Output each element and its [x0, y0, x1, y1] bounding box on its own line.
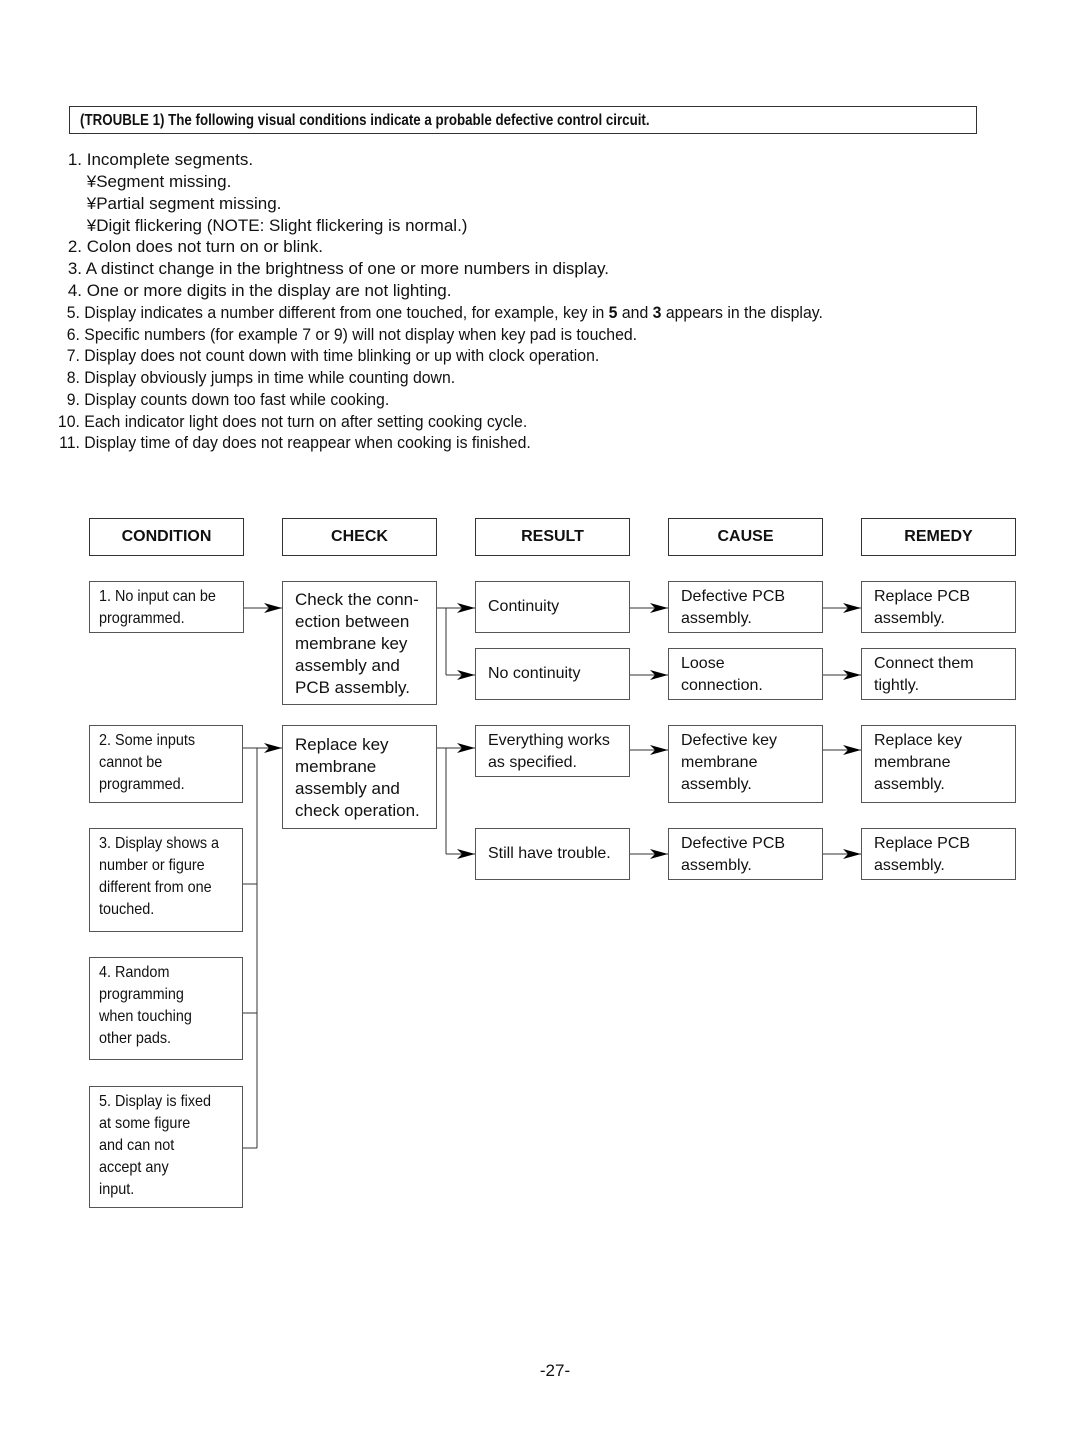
condition-box-1: 1. No input can be programmed. [89, 581, 244, 633]
header-result: RESULT [475, 518, 630, 556]
flow-connectors [243, 603, 861, 1149]
remedy-box-4: Replace PCB assembly. [861, 828, 1016, 880]
remedy-box-1: Replace PCB assembly. [861, 581, 1016, 633]
header-condition: CONDITION [89, 518, 244, 556]
condition-box-3: 3. Display shows a number or figure diff… [89, 828, 243, 932]
result-box-still-trouble: Still have trouble. [475, 828, 630, 880]
page-number: -27- [539, 1361, 571, 1380]
remedy-box-2: Connect them tightly. [861, 648, 1016, 700]
header-check: CHECK [282, 518, 437, 556]
result-box-no-continuity: No continuity [475, 648, 630, 700]
result-box-works: Everything works as specified. [475, 725, 630, 777]
header-cause: CAUSE [668, 518, 823, 556]
check-box-2: Replace key membrane assembly and check … [282, 725, 437, 829]
cause-box-1: Defective PCB assembly. [668, 581, 823, 633]
header-remedy: REMEDY [861, 518, 1016, 556]
cause-box-3: Defective key membrane assembly. [668, 725, 823, 803]
condition-box-2: 2. Some inputs cannot be programmed. [89, 725, 243, 803]
remedy-box-3: Replace key membrane assembly. [861, 725, 1016, 803]
cause-box-2: Loose connection. [668, 648, 823, 700]
check-box-1: Check the conn- ection between membrane … [282, 581, 437, 705]
cause-box-4: Defective PCB assembly. [668, 828, 823, 880]
condition-box-5: 5. Display is fixed at some figure and c… [89, 1086, 243, 1208]
condition-box-4: 4. Random programming when touching othe… [89, 957, 243, 1060]
result-box-continuity: Continuity [475, 581, 630, 633]
